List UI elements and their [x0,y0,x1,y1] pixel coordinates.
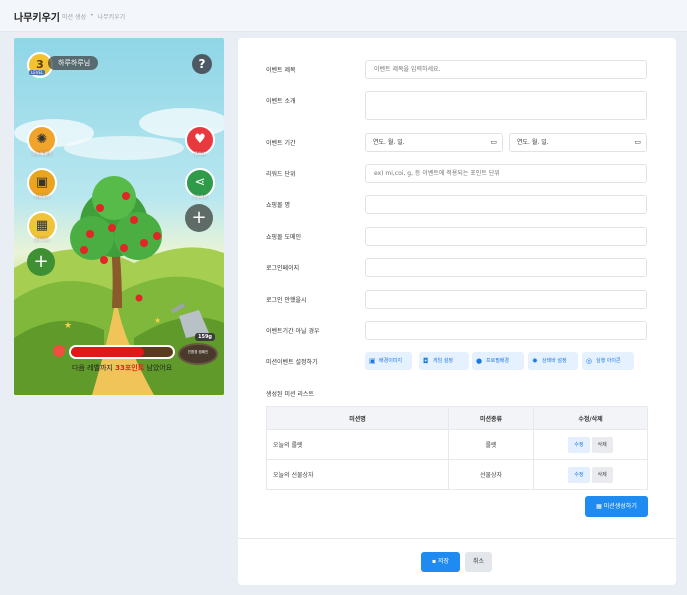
login-page-input[interactable] [365,258,647,277]
chip-label: 프로필배경 [486,358,510,364]
end-date-input[interactable]: 연도. 월. 일. ▭ [509,133,647,152]
event-title-label: 이벤트 제목 [266,67,296,74]
end-date-value: 연도. 월. 일. [517,139,549,146]
start-date-value: 연도. 월. 일. [373,139,405,146]
add-right-button[interactable]: + [185,204,213,232]
roulette-icon: ✺ [36,132,48,147]
login-page-label: 로그인페이지 [266,265,300,272]
gamepad-icon: ◘ [423,357,429,365]
add-left-button[interactable]: + [27,248,55,276]
cancel-button[interactable]: 취소 [465,552,492,572]
chip-label: 배경이미지 [379,358,403,364]
level-progress-bar [69,345,175,359]
breadcrumb-item: 나무키우기 [97,14,126,21]
question-icon[interactable]: ? [192,54,212,74]
edit-button[interactable]: 수정 [568,436,590,453]
save-button[interactable]: ▪ 저장 [421,552,460,572]
delete-button[interactable]: 삭제 [591,436,613,453]
not-logged-in-input[interactable] [365,290,647,309]
table-row: 오늘의 룰렛 룰렛 수정 삭제 [266,429,648,460]
game-preview: ★ ★ 3 LEVEL 하루하루님 ? ✺ 오늘의 룰렛 ▣ 선물상자 ▦ 출석… [14,38,224,395]
like-caption: 좋아요 [194,151,206,156]
status-bar-settings-button[interactable]: ✹ 상태바 설정 [528,352,578,370]
launch-icon-button[interactable]: ◎ 실행 아이콘 [582,352,634,370]
chip-label: 실행 아이콘 [596,358,621,364]
mall-name-label: 쇼핑몰 명 [266,202,290,209]
share-icon: ⋖ [194,175,206,190]
outside-period-label: 이벤트기간 아닐 경우 [266,328,320,335]
chip-label: 상태바 설정 [542,358,567,364]
calendar-icon[interactable]: ▭ [490,134,497,151]
start-date-input[interactable]: 연도. 월. 일. ▭ [365,133,503,152]
event-title-input[interactable] [365,60,647,79]
plus-icon: + [33,251,49,272]
level-progress-fill [71,347,145,357]
next-level-text-post: 남았어요 [144,364,173,372]
gift-box-caption: 선물상자 [34,194,50,199]
target-icon: ◎ [586,357,593,365]
settings-panel: 이벤트 제목 이벤트 소개 이벤트 기간 연도. 월. 일. ▭ 연도. 월. 일… [238,38,676,585]
gift-icon: ▦ [596,503,604,510]
campaign-pot[interactable]: 친환경 캠페인 [178,343,218,365]
breadcrumb-separator: • [90,12,94,19]
column-header: 미션종류 [448,406,534,430]
save-label: 저장 [437,558,450,565]
breadcrumb: 미션 생성 • 나무키우기 [62,12,125,21]
column-header: 미션명 [266,406,449,430]
share-caption: 공유하기 [192,194,208,199]
chip-label: 게임 설정 [433,358,453,364]
user-name-pill: 하루하루님 [48,56,99,70]
divider [238,538,676,539]
column-header: 수정/삭제 [533,406,648,430]
edit-button[interactable]: 수정 [568,466,590,483]
background-image-button[interactable]: ▣ 배경이미지 [365,352,412,370]
next-level-text-pre: 다음 레벨까지 [72,364,116,372]
game-settings-button[interactable]: ◘ 게임 설정 [419,352,469,370]
gear-icon: ✹ [532,357,538,365]
next-level-points: 33포인트 [115,364,145,372]
table-header-row: 미션명 미션종류 수정/삭제 [266,406,648,430]
plus-icon: + [191,207,207,228]
next-level-text: 다음 레벨까지 33포인트 남았어요 [72,363,172,373]
not-logged-in-label: 로그인 안했을시 [266,297,307,304]
attendance-caption: 출석체크 [34,237,50,242]
delete-button[interactable]: 삭제 [591,466,613,483]
actions-cell: 수정 삭제 [533,429,648,460]
mission-type-cell: 룰렛 [448,429,534,460]
reward-unit-input[interactable] [365,164,647,183]
roulette-caption: 오늘의 룰렛 [32,151,52,156]
mall-domain-label: 쇼핑몰 도메인 [266,234,302,241]
reward-unit-label: 리워드 단위 [266,171,296,178]
event-intro-label: 이벤트 소개 [266,98,296,105]
create-mission-label: 미션생성하기 [603,503,637,510]
svg-text:★: ★ [64,321,72,331]
mission-settings-label: 미션이벤트 설정하기 [266,359,318,366]
image-icon: ▣ [369,357,376,365]
user-icon: ● [476,357,483,365]
profile-background-button[interactable]: ● 프로필배경 [472,352,524,370]
level-badge-label: LEVEL [29,70,46,75]
mission-type-cell: 선물상자 [448,459,534,490]
mission-table: 미션명 미션종류 수정/삭제 오늘의 룰렛 룰렛 수정 삭제 오늘의 선물상자 선… [266,406,648,490]
create-mission-button[interactable]: ▦ 미션생성하기 [585,496,648,517]
calendar-icon[interactable]: ▭ [634,134,641,151]
breadcrumb-item[interactable]: 미션 생성 [62,12,86,21]
mission-name-cell: 오늘의 선물상자 [266,459,449,490]
mall-domain-input[interactable] [365,227,647,246]
water-weight-label: 159g [195,333,216,341]
event-intro-textarea[interactable] [365,91,647,120]
calendar-icon: ▦ [35,218,49,233]
top-bar: 나무키우기 미션 생성 • 나무키우기 [0,0,687,32]
page-title: 나무키우기 [14,13,60,24]
outside-period-input[interactable] [365,321,647,340]
actions-cell: 수정 삭제 [533,459,648,490]
svg-text:★: ★ [154,316,161,325]
mall-name-input[interactable] [365,195,647,214]
heart-icon: ♥ [194,132,206,147]
table-row: 오늘의 선물상자 선물상자 수정 삭제 [266,459,648,490]
mission-list-label: 생성된 미션 리스트 [266,391,314,398]
mission-name-cell: 오늘의 룰렛 [266,429,449,460]
treasure-icon: ▣ [35,175,49,190]
event-period-label: 이벤트 기간 [266,140,296,147]
